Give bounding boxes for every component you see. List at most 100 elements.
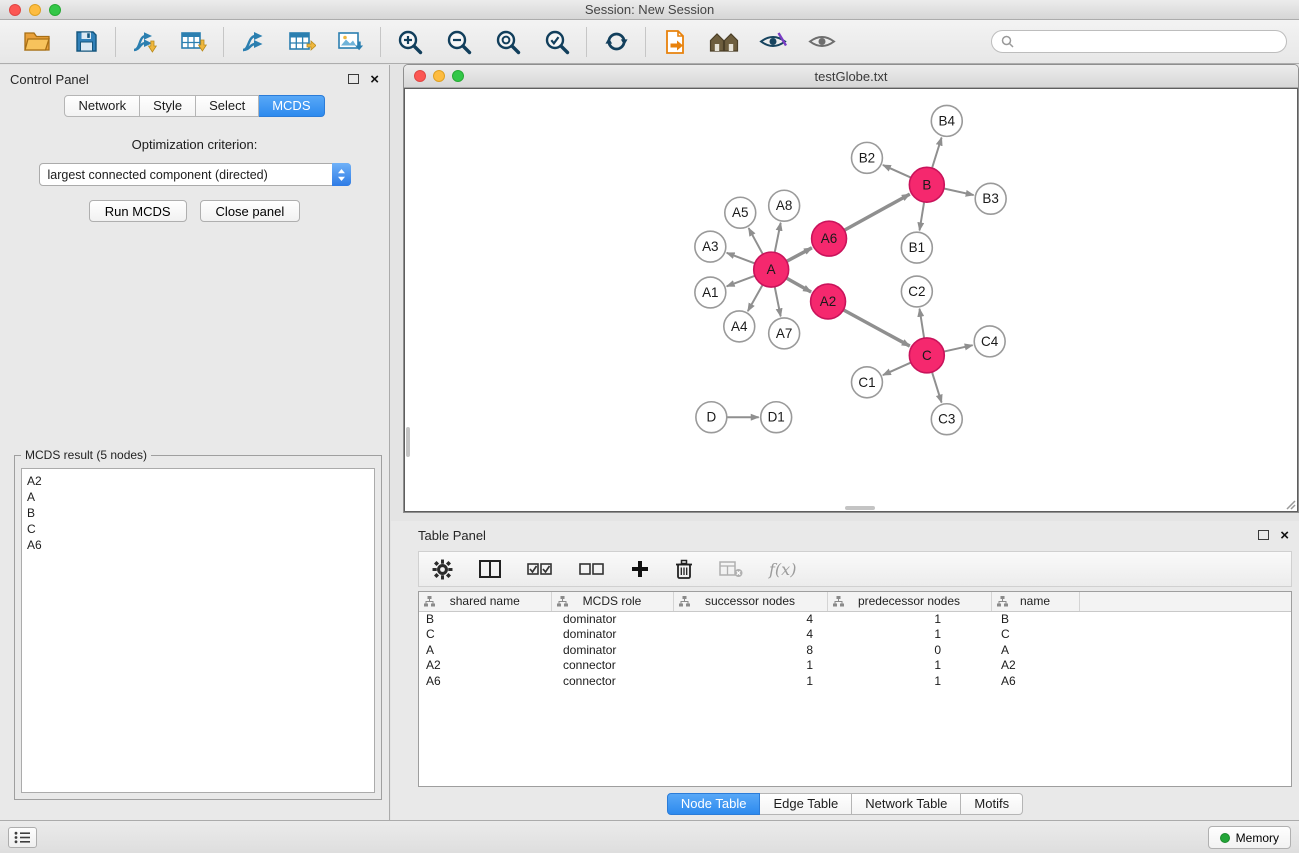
zoom-selected-button[interactable] [541,26,573,58]
run-mcds-button[interactable]: Run MCDS [89,200,187,222]
window-titlebar[interactable]: Session: New Session [0,0,1299,20]
select-all-columns-button[interactable] [527,555,553,583]
zoom-window-button[interactable] [49,4,61,16]
horizontal-scrollbar-thumb[interactable] [845,506,875,510]
show-graphics-details-button[interactable] [757,26,789,58]
graph-edge-C-C2[interactable] [920,309,925,338]
resize-grip[interactable] [1284,498,1296,510]
graph-edge-C-C4[interactable] [944,345,973,351]
tab-style[interactable]: Style [140,95,196,117]
network-graph[interactable]: B4B2BB3A8A5A6B1A3AA1C2A2A4A7C4CC1C3DD1 [405,89,1297,511]
task-history-button[interactable] [8,827,37,848]
graph-edge-A-A5[interactable] [749,228,763,254]
deselect-all-columns-button[interactable] [579,555,605,583]
table-row[interactable]: A2connector11A2 [419,658,1291,674]
minimize-window-button[interactable] [29,4,41,16]
graph-edge-A-A2[interactable] [786,278,811,292]
table-row[interactable]: A6connector11A6 [419,674,1291,690]
close-panel-button[interactable]: Close panel [200,200,301,222]
graph-edge-B-B1[interactable] [920,202,925,230]
zoom-network-window-button[interactable] [452,70,464,82]
mcds-result-list[interactable]: A2ABCA6 [21,468,375,793]
memory-status-icon [1220,833,1230,843]
table-settings-button[interactable] [432,555,453,583]
search-input[interactable] [1019,35,1277,49]
tab-edge-table[interactable]: Edge Table [760,793,852,815]
graph-edge-A-A8[interactable] [775,223,781,253]
graph-edge-A-A1[interactable] [727,276,755,287]
memory-button[interactable]: Memory [1208,826,1291,849]
tab-node-table[interactable]: Node Table [667,793,761,815]
zoom-out-button[interactable] [443,26,475,58]
column-type-icon [557,596,568,607]
refresh-button[interactable] [600,26,632,58]
minimize-network-window-button[interactable] [433,70,445,82]
result-item[interactable]: A6 [27,537,369,553]
new-network-button[interactable] [237,26,269,58]
network-view-window[interactable]: testGlobe.txt B4B2BB3A8A5A6B1A3AA1C2A2A4… [403,64,1299,513]
float-table-panel-icon[interactable] [1258,530,1269,540]
close-network-window-button[interactable] [414,70,426,82]
graph-node-label: C3 [938,412,955,427]
delete-table-button[interactable] [719,555,743,583]
delete-column-button[interactable] [675,555,693,583]
open-session-button[interactable] [21,26,53,58]
tab-network[interactable]: Network [64,95,140,117]
graph-edge-C-C1[interactable] [883,363,911,376]
column-header[interactable]: MCDS role [551,592,673,611]
column-header[interactable]: shared name [419,592,551,611]
tab-mcds[interactable]: MCDS [259,95,324,117]
create-column-button[interactable] [631,555,649,583]
hide-graphics-details-button[interactable] [806,26,838,58]
function-builder-button[interactable]: f(x) [769,555,796,583]
table-row[interactable]: Adominator80A [419,643,1291,659]
zoom-fit-button[interactable] [492,26,524,58]
network-canvas[interactable]: B4B2BB3A8A5A6B1A3AA1C2A2A4A7C4CC1C3DD1 [404,88,1298,512]
network-window-titlebar[interactable]: testGlobe.txt [404,65,1298,88]
result-item[interactable]: B [27,505,369,521]
result-item[interactable]: A [27,489,369,505]
graph-edge-A-A3[interactable] [727,253,755,264]
graph-edge-B-B3[interactable] [944,188,974,195]
float-panel-icon[interactable] [348,74,359,84]
tab-select[interactable]: Select [196,95,259,117]
show-columns-button[interactable] [479,555,501,583]
search-box[interactable] [991,30,1287,53]
graph-edge-A-A6[interactable] [787,248,812,262]
export-image-button[interactable] [335,26,367,58]
new-table-button[interactable] [286,26,318,58]
zoom-in-button[interactable] [394,26,426,58]
export-document-button[interactable] [659,26,691,58]
graph-edge-A-A4[interactable] [748,285,763,311]
column-header[interactable]: successor nodes [673,592,827,611]
task-list-icon [14,831,31,844]
node-table-container[interactable]: shared nameMCDS rolesuccessor nodesprede… [418,591,1292,787]
column-header[interactable]: predecessor nodes [827,592,991,611]
result-item[interactable]: C [27,521,369,537]
graph-edge-B-B2[interactable] [883,165,911,178]
table-row[interactable]: Cdominator41C [419,627,1291,643]
graph-edge-A2-C[interactable] [843,310,909,346]
graph-edge-B-B4[interactable] [932,138,942,169]
optimization-criterion-label: Optimization criterion: [0,137,389,152]
result-item[interactable]: A2 [27,473,369,489]
tab-motifs[interactable]: Motifs [961,793,1023,815]
vertical-scrollbar-thumb[interactable] [406,427,410,457]
column-header[interactable]: name [991,592,1079,611]
close-panel-icon[interactable]: × [370,72,379,87]
zoom-out-icon [446,29,472,55]
criterion-dropdown[interactable]: largest connected component (directed) [39,163,351,186]
close-window-button[interactable] [9,4,21,16]
column-type-icon [679,596,690,607]
import-table-button[interactable] [178,26,210,58]
graph-edge-A-A7[interactable] [775,287,781,317]
close-table-panel-icon[interactable]: × [1280,528,1289,543]
image-export-icon [337,30,365,53]
tab-network-table[interactable]: Network Table [852,793,961,815]
graph-edge-C-C3[interactable] [932,372,942,403]
graph-edge-A6-B[interactable] [844,194,909,230]
save-session-button[interactable] [70,26,102,58]
table-row[interactable]: Bdominator41B [419,611,1291,627]
home-button[interactable] [708,26,740,58]
import-network-button[interactable] [129,26,161,58]
